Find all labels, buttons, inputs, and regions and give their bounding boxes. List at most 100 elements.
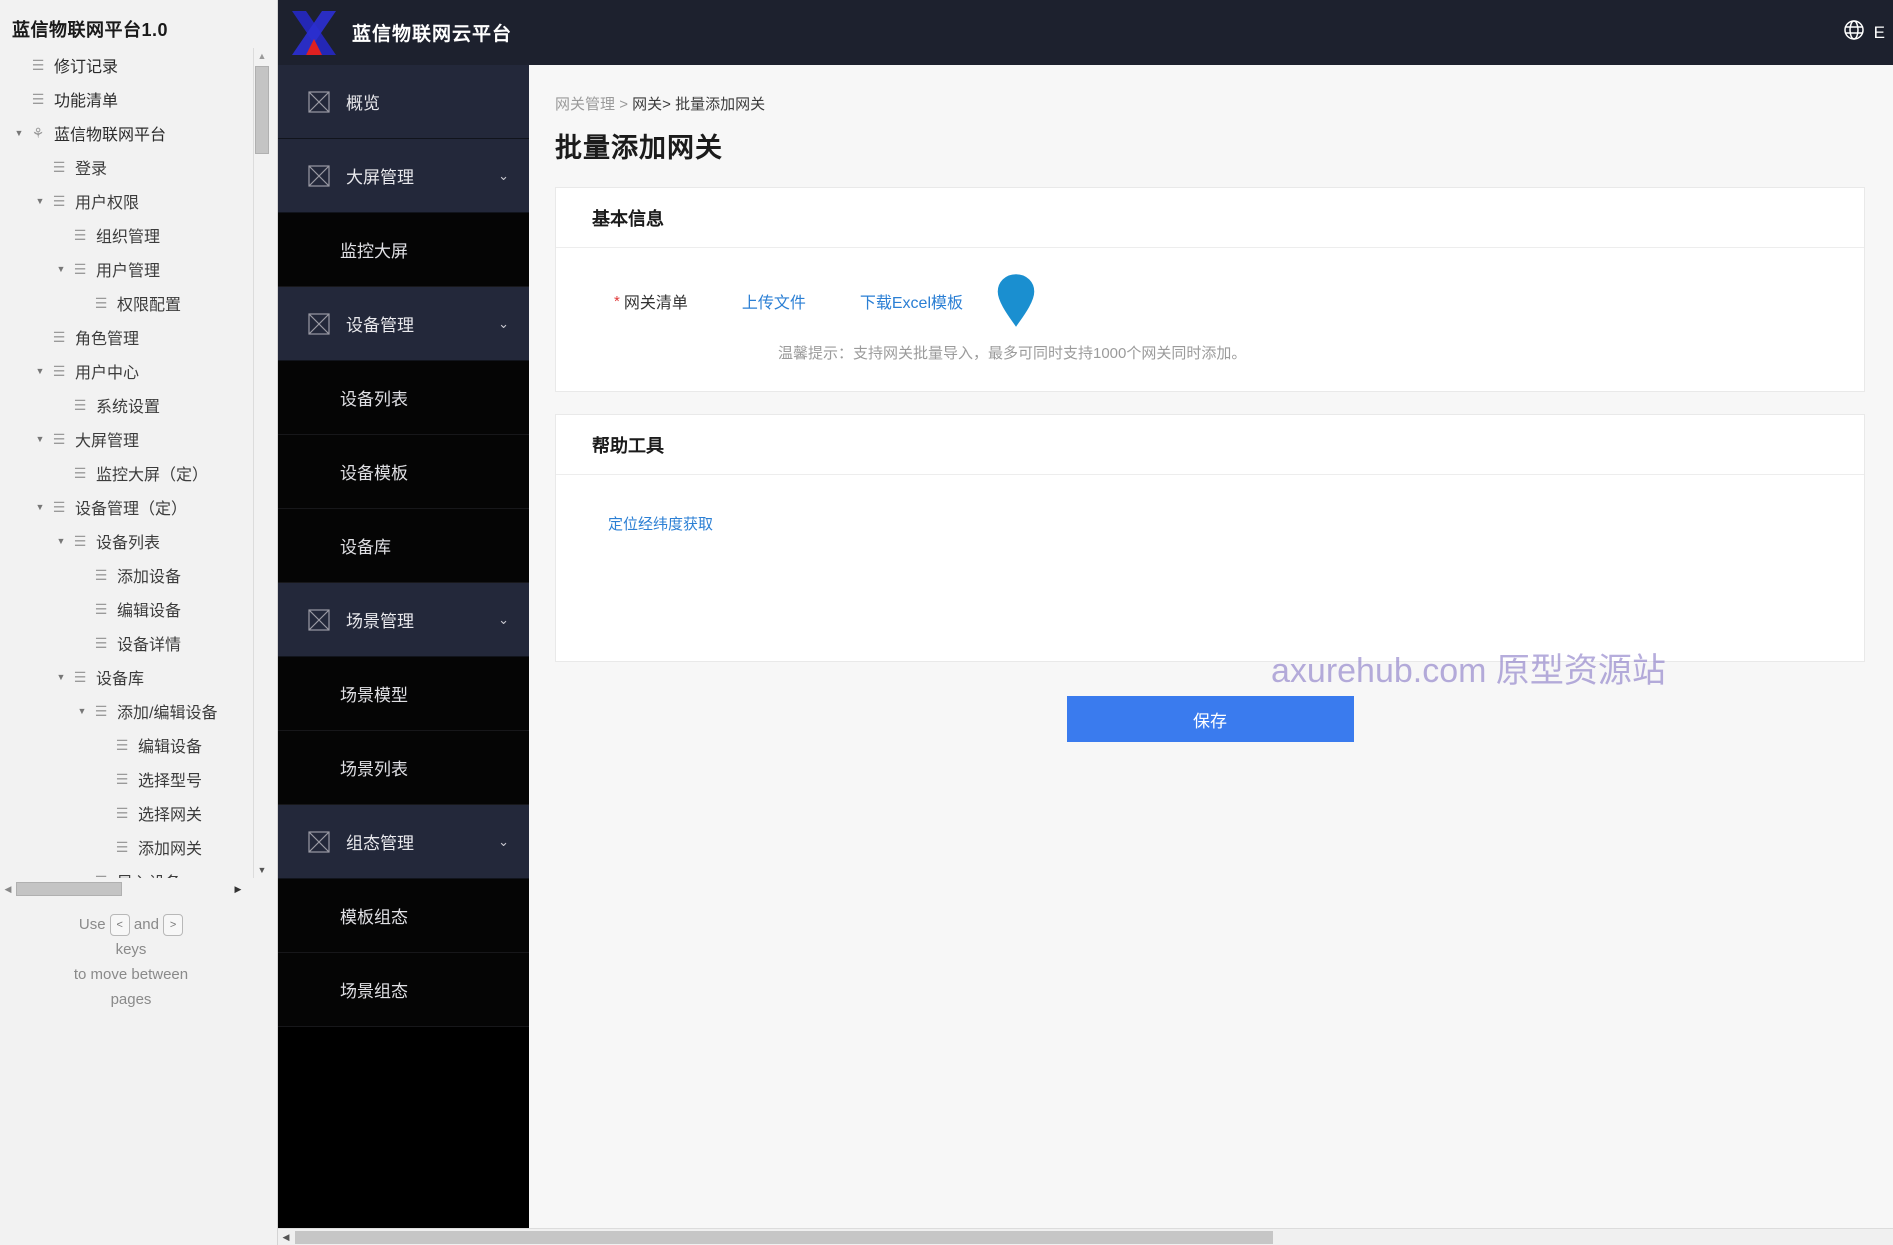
sitemap-node[interactable]: ▼☰组织管理 bbox=[0, 218, 262, 252]
nav-sub-item[interactable]: 设备库 bbox=[278, 509, 529, 583]
sitemap-node[interactable]: ▼☰监控大屏（定） bbox=[0, 456, 262, 490]
vertical-scroll-thumb[interactable] bbox=[255, 66, 269, 154]
page-icon: ☰ bbox=[52, 362, 66, 379]
tree-caret-icon[interactable]: ▼ bbox=[31, 366, 49, 376]
sitemap-tree[interactable]: ▼☰修订记录▼☰功能清单▼⚘蓝信物联网平台▼☰登录▼☰用户权限▼☰组织管理▼☰用… bbox=[0, 48, 262, 879]
sitemap-node[interactable]: ▼☰编辑设备 bbox=[0, 728, 262, 762]
brand[interactable]: 蓝信物联网云平台 bbox=[278, 5, 512, 61]
chevron-down-icon[interactable]: ⌄ bbox=[498, 834, 509, 850]
sitemap-node-label: 蓝信物联网平台 bbox=[54, 127, 167, 144]
page-icon: ☰ bbox=[94, 634, 108, 651]
chevron-down-icon[interactable]: ⌄ bbox=[498, 316, 509, 332]
page-title: 批量添加网关 bbox=[555, 133, 723, 163]
sitemap-node-label: 添加网关 bbox=[138, 841, 203, 858]
nav-sub-item[interactable]: 场景模型 bbox=[278, 657, 529, 731]
sitemap-node[interactable]: ▼☰设备详情 bbox=[0, 626, 262, 660]
sitemap-node[interactable]: ▼☰导入设备 bbox=[0, 864, 262, 879]
page-icon: ☰ bbox=[91, 873, 111, 879]
app-horizontal-scroll-thumb[interactable] bbox=[295, 1231, 1273, 1244]
geolocation-lookup-link[interactable]: 定位经纬度获取 bbox=[608, 516, 713, 533]
sitemap-node[interactable]: ▼☰选择型号 bbox=[0, 762, 262, 796]
sitemap-node[interactable]: ▼☰权限配置 bbox=[0, 286, 262, 320]
sitemap-node[interactable]: ▼☰修订记录 bbox=[0, 48, 262, 82]
breadcrumb-item-gateway-management[interactable]: 网关管理 bbox=[555, 96, 615, 113]
nav-sub-item[interactable]: 设备列表 bbox=[278, 361, 529, 435]
tree-caret-icon[interactable]: ▼ bbox=[52, 264, 70, 274]
language-label[interactable]: E bbox=[1874, 23, 1885, 43]
tree-caret-icon[interactable]: ▼ bbox=[31, 434, 49, 444]
tree-caret-icon[interactable]: ▼ bbox=[73, 876, 91, 878]
chevron-down-icon[interactable]: ⌄ bbox=[498, 612, 509, 628]
sitemap-node-label: 添加设备 bbox=[117, 569, 182, 586]
hint-line-move: to move between bbox=[73, 966, 189, 983]
sitemap-node[interactable]: ▼ ☰ 设备列表 bbox=[0, 524, 262, 558]
sitemap-node[interactable]: ▼☰添加设备 bbox=[0, 558, 262, 592]
nav-group-item[interactable]: 设备管理 ⌄ bbox=[278, 287, 529, 361]
nav-sub-item[interactable]: 模板组态 bbox=[278, 879, 529, 953]
sitemap-node[interactable]: ▼☰功能清单 bbox=[0, 82, 262, 116]
nav-group-label: 大屏管理 bbox=[346, 168, 414, 187]
sitemap-vertical-scrollbar[interactable]: ▲ ▼ bbox=[253, 48, 269, 878]
breadcrumb-item-gateway[interactable]: 网关> bbox=[632, 96, 671, 113]
globe-icon[interactable] bbox=[1842, 18, 1866, 47]
tree-caret-icon[interactable]: ▼ bbox=[31, 196, 49, 206]
sitemap-node-label: 系统设置 bbox=[96, 399, 161, 416]
sitemap-node[interactable]: ▼☰添加网关 bbox=[0, 830, 262, 864]
horizontal-scroll-thumb[interactable] bbox=[16, 882, 122, 896]
nav-sub-item[interactable]: 场景列表 bbox=[278, 731, 529, 805]
tree-caret-icon[interactable]: ▼ bbox=[52, 672, 70, 682]
side-navigation[interactable]: 概览大屏管理 ⌄ 监控大屏 设备管理 ⌄ 设备列表 设备模板 设备库场景管理 ⌄ 场景模型 场景列表… bbox=[278, 65, 529, 1245]
nav-sub-item[interactable]: 场景组态 bbox=[278, 953, 529, 1027]
scroll-right-arrow-icon[interactable]: ▶ bbox=[230, 880, 246, 898]
app-topbar: 蓝信物联网云平台 E bbox=[278, 0, 1893, 65]
download-excel-template-link[interactable]: 下载Excel模板 bbox=[860, 289, 963, 313]
sitemap-node[interactable]: ▼ ☰ 大屏管理 bbox=[0, 422, 262, 456]
sitemap-horizontal-scrollbar[interactable]: ◀ ▶ bbox=[0, 880, 262, 898]
placeholder-box-icon bbox=[308, 164, 330, 187]
sitemap-node[interactable]: ▼☰角色管理 bbox=[0, 320, 262, 354]
topbar-right-actions: E bbox=[1842, 0, 1885, 65]
page-icon: ☰ bbox=[52, 328, 66, 345]
nav-group-item[interactable]: 场景管理 ⌄ bbox=[278, 583, 529, 657]
save-button[interactable]: 保存 bbox=[1066, 696, 1354, 742]
sitemap-node-label: 设备详情 bbox=[117, 637, 182, 654]
tree-caret-icon[interactable]: ▼ bbox=[31, 502, 49, 512]
sitemap-title: 蓝信物联网平台1.0 bbox=[12, 20, 169, 40]
sitemap-node[interactable]: ▼ ☰ 用户中心 bbox=[0, 354, 262, 388]
sitemap-node-label: 编辑设备 bbox=[117, 603, 182, 620]
tree-caret-icon[interactable]: ▼ bbox=[52, 536, 70, 546]
chevron-down-icon[interactable]: ⌄ bbox=[498, 168, 509, 184]
nav-group-label: 场景管理 bbox=[346, 612, 414, 631]
page-icon: ☰ bbox=[73, 668, 87, 685]
nav-group-item[interactable]: 大屏管理 ⌄ bbox=[278, 139, 529, 213]
required-marker-icon: * bbox=[614, 292, 620, 310]
sitemap-node[interactable]: ▼☰登录 bbox=[0, 150, 262, 184]
sitemap-node[interactable]: ▼☰编辑设备 bbox=[0, 592, 262, 626]
sitemap-node[interactable]: ▼ ☰ 设备库 bbox=[0, 660, 262, 694]
tree-caret-icon[interactable]: ▼ bbox=[73, 706, 91, 716]
sitemap-node[interactable]: ▼☰系统设置 bbox=[0, 388, 262, 422]
page-icon: ☰ bbox=[73, 464, 87, 481]
breadcrumb-separator: > bbox=[619, 96, 628, 113]
nav-group-label: 概览 bbox=[346, 94, 380, 113]
tree-caret-icon[interactable]: ▼ bbox=[10, 128, 28, 138]
sitemap-node-label: 选择网关 bbox=[138, 807, 203, 824]
sitemap-node[interactable]: ▼☰选择网关 bbox=[0, 796, 262, 830]
gateway-list-label: 网关清单 bbox=[623, 295, 688, 312]
nav-sub-item[interactable]: 监控大屏 bbox=[278, 213, 529, 287]
upload-file-link[interactable]: 上传文件 bbox=[742, 289, 806, 313]
sitemap-node[interactable]: ▼ ☰ 用户权限 bbox=[0, 184, 262, 218]
sitemap-node[interactable]: ▼ ⚘ 蓝信物联网平台 bbox=[0, 116, 262, 150]
sitemap-node[interactable]: ▼ ☰ 设备管理（定） bbox=[0, 490, 262, 524]
sitemap-node[interactable]: ▼ ☰ 添加/编辑设备 bbox=[0, 694, 262, 728]
sitemap-node-label: 选择型号 bbox=[138, 773, 203, 790]
scroll-up-arrow-icon[interactable]: ▲ bbox=[254, 48, 270, 64]
nav-sub-item[interactable]: 设备模板 bbox=[278, 435, 529, 509]
sitemap-node[interactable]: ▼ ☰ 用户管理 bbox=[0, 252, 262, 286]
nav-group-item[interactable]: 组态管理 ⌄ bbox=[278, 805, 529, 879]
nav-group-item[interactable]: 概览 bbox=[278, 65, 529, 139]
scroll-down-arrow-icon[interactable]: ▼ bbox=[254, 862, 270, 878]
app-horizontal-scrollbar[interactable]: ◀ bbox=[278, 1228, 1893, 1245]
app-scroll-left-arrow-icon[interactable]: ◀ bbox=[278, 1229, 294, 1245]
scroll-left-arrow-icon[interactable]: ◀ bbox=[0, 880, 16, 898]
